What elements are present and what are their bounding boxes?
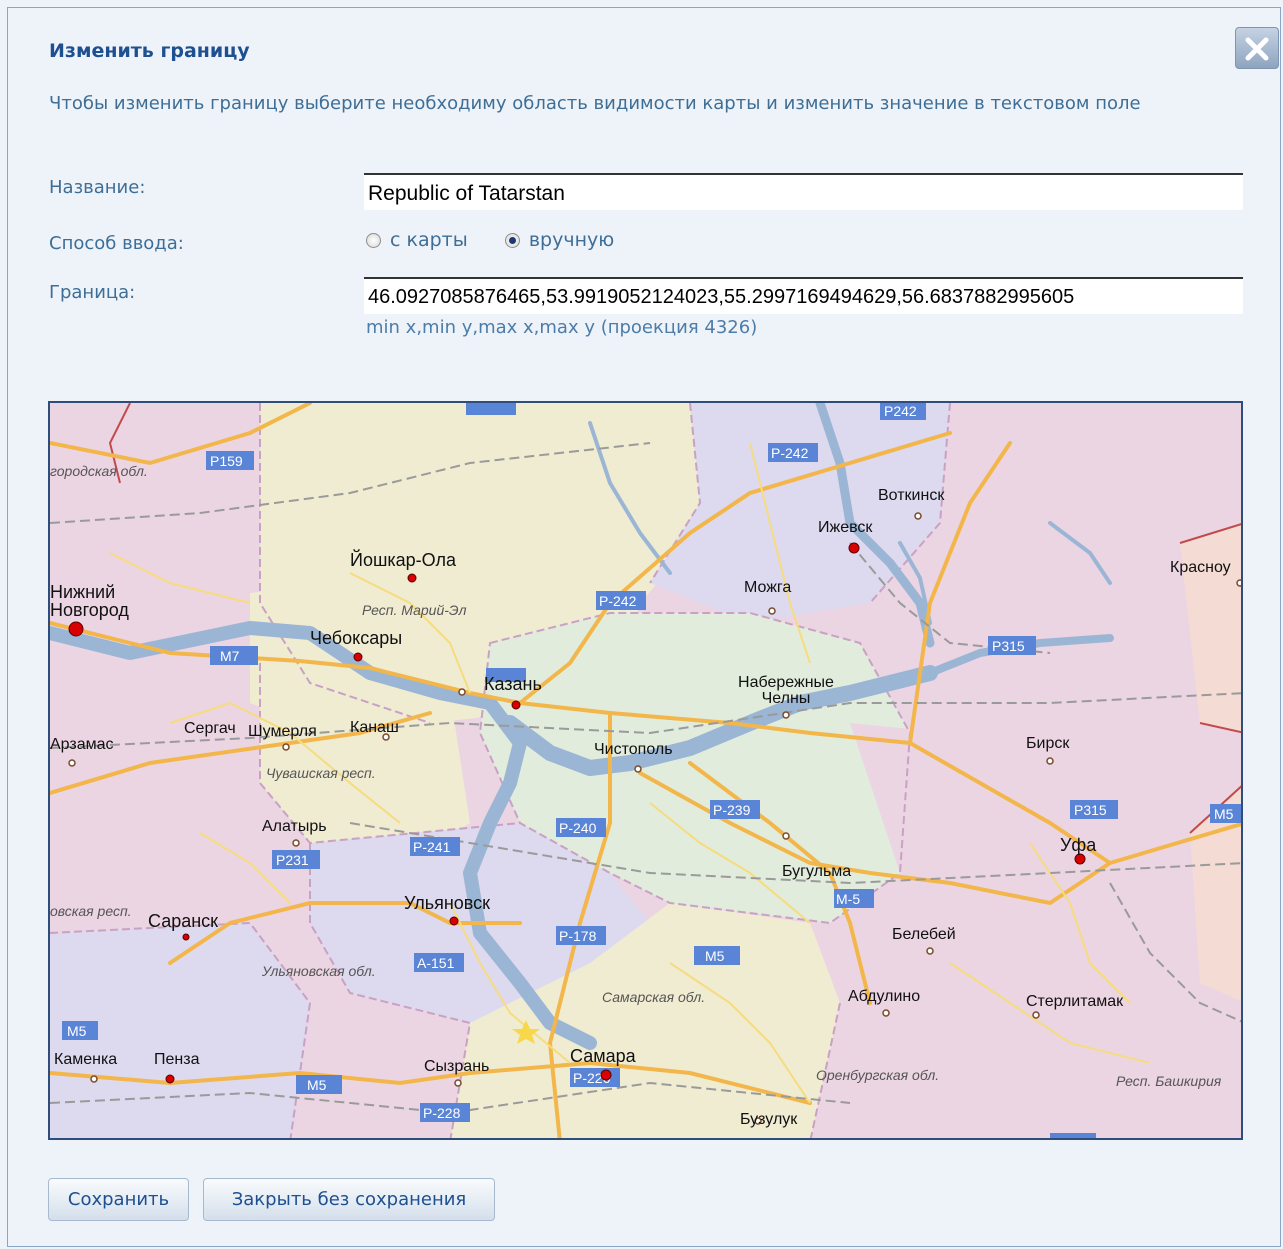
city-label: Канаш [350, 719, 399, 736]
city-label: Каменка [54, 1051, 118, 1068]
city-label: Абдулино [848, 988, 921, 1005]
city-label: Воткинск [878, 487, 945, 504]
city-label: Шумерля [248, 723, 317, 740]
city-label: Стерлитамак [1026, 993, 1124, 1010]
radio-from-map-label: с карты [390, 229, 468, 251]
city-label: Белебей [892, 926, 956, 943]
city-label: Алатырь [262, 818, 327, 835]
radio-manual-circle[interactable] [504, 232, 520, 248]
region-label: Ульяновская обл. [262, 963, 376, 979]
city-label: Сызрань [424, 1058, 490, 1075]
region-label: Самарская обл. [602, 989, 706, 1005]
name-label: Название: [49, 177, 146, 198]
city-label: Ульяновск [404, 893, 491, 913]
map-labels: Йошкар-Ола Чебоксары Казань Набережные Ч… [50, 403, 1241, 1138]
city-label: Саранск [148, 911, 219, 931]
city-label: Самара [570, 1046, 636, 1066]
close-icon [1245, 37, 1269, 61]
city-label: Красноу [1170, 559, 1231, 576]
dialog-title: Изменить границу [49, 40, 250, 62]
radio-manual[interactable]: вручную [504, 229, 615, 251]
close-dialog-button[interactable] [1235, 27, 1279, 69]
region-label: Оренбургская обл. [816, 1067, 940, 1083]
city-label: Сергач [184, 720, 236, 737]
city-label: Бирск [1026, 735, 1070, 752]
dialog-description: Чтобы изменить границу выберите необходи… [49, 93, 1141, 114]
city-label: Йошкар-Ола [350, 550, 456, 570]
city-label: Можга [744, 579, 792, 596]
close-without-saving-button[interactable]: Закрыть без сохранения [203, 1178, 495, 1221]
input-method-radio-group: с карты вручную [366, 229, 646, 252]
region-label: овская респ. [50, 903, 132, 919]
city-label: Чебоксары [310, 628, 403, 648]
region-label: Респ. Башкирия [1116, 1073, 1222, 1089]
bounds-input[interactable]: 46.0927085876465,53.9919052124023,55.299… [364, 277, 1243, 314]
city-label: Казань [484, 674, 542, 694]
region-label: Чувашская респ. [266, 765, 376, 781]
city-label: Нижний Новгород [50, 582, 129, 620]
region-label: Респ. Марий-Эл [362, 602, 467, 618]
name-input[interactable]: Republic of Tatarstan [364, 173, 1243, 210]
city-label: Бузулук [740, 1111, 798, 1128]
save-button[interactable]: Сохранить [48, 1178, 189, 1221]
map-view[interactable]: P159 P-242 P242 P-242 M7 P315 P-239 P315… [48, 401, 1243, 1140]
bounds-label: Граница: [49, 282, 136, 303]
city-label: Уфа [1060, 835, 1097, 855]
city-label: Набережные Челны [738, 674, 834, 707]
bounds-hint: min x,min y,max x,max y (проекция 4326) [366, 317, 758, 338]
radio-from-map[interactable]: с карты [366, 229, 468, 251]
region-label: городская обл. [50, 463, 148, 479]
city-label: Бугульма [782, 863, 852, 880]
radio-from-map-circle[interactable] [366, 232, 381, 248]
city-label: Пенза [154, 1051, 200, 1068]
city-label: Чистополь [594, 741, 673, 758]
input-method-label: Способ ввода: [49, 233, 184, 254]
city-label: Арзамас [50, 736, 114, 753]
city-label: Ижевск [818, 519, 873, 536]
radio-manual-label: вручную [528, 229, 615, 251]
